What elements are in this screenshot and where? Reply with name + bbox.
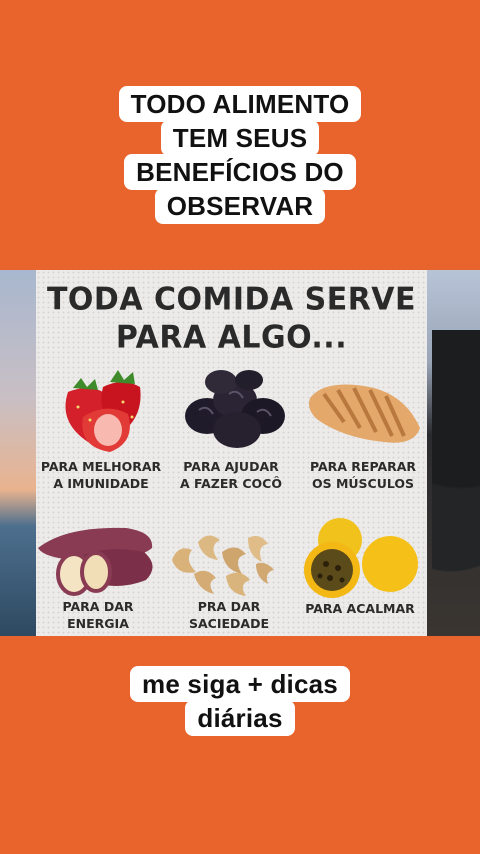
poster-title: PARA ALGO... — [115, 319, 348, 356]
sweet-potato-icon — [38, 527, 153, 596]
cashew-icon — [172, 535, 274, 596]
label-line: PARA DAR — [62, 599, 134, 614]
caption-line: BENEFÍCIOS DO — [124, 154, 356, 190]
benefit-label: PARA AJUDAR A FAZER COCÔ — [166, 458, 296, 492]
label-line: A IMUNIDADE — [53, 476, 149, 491]
prunes-icon — [185, 370, 285, 448]
label-line: A FAZER COCÔ — [180, 476, 282, 491]
food-poster: TODA COMIDA SERVE PARA ALGO... PARA MELH… — [36, 270, 427, 636]
benefit-label: PARA DAR ENERGIA — [36, 598, 160, 632]
poster-title: TODA COMIDA SERVE — [46, 281, 417, 318]
label-line: ENERGIA — [67, 616, 129, 631]
caption-line: OBSERVAR — [154, 188, 326, 224]
bottom-caption: me siga + dicas diárias — [0, 666, 480, 736]
video-background-left — [0, 270, 36, 636]
benefit-label: PARA ACALMAR — [298, 600, 422, 617]
caption-line: diárias — [185, 700, 295, 736]
label-line: PRA DAR — [197, 599, 261, 614]
label-line: PARA ACALMAR — [305, 601, 415, 616]
top-caption: TODO ALIMENTO TEM SEUS BENEFÍCIOS DO OBS… — [0, 86, 480, 224]
benefit-label: PARA REPARAR OS MÚSCULOS — [298, 458, 427, 492]
caption-line: me siga + dicas — [130, 666, 350, 702]
tree-silhouette — [432, 330, 480, 630]
strawberry-icon — [65, 370, 141, 452]
caption-line: TODO ALIMENTO — [118, 86, 362, 122]
label-line: SACIEDADE — [188, 616, 269, 631]
passion-fruit-icon — [304, 518, 418, 598]
benefit-label: PARA MELHORAR A IMUNIDADE — [36, 458, 166, 492]
label-line: PARA MELHORAR — [40, 459, 162, 474]
label-line: PARA AJUDAR — [183, 459, 279, 474]
chicken-breast-icon — [309, 384, 420, 443]
label-line: OS MÚSCULOS — [311, 476, 415, 491]
caption-line: TEM SEUS — [160, 120, 320, 156]
benefit-label: PRA DAR SACIEDADE — [164, 598, 294, 632]
label-line: PARA REPARAR — [309, 459, 417, 474]
